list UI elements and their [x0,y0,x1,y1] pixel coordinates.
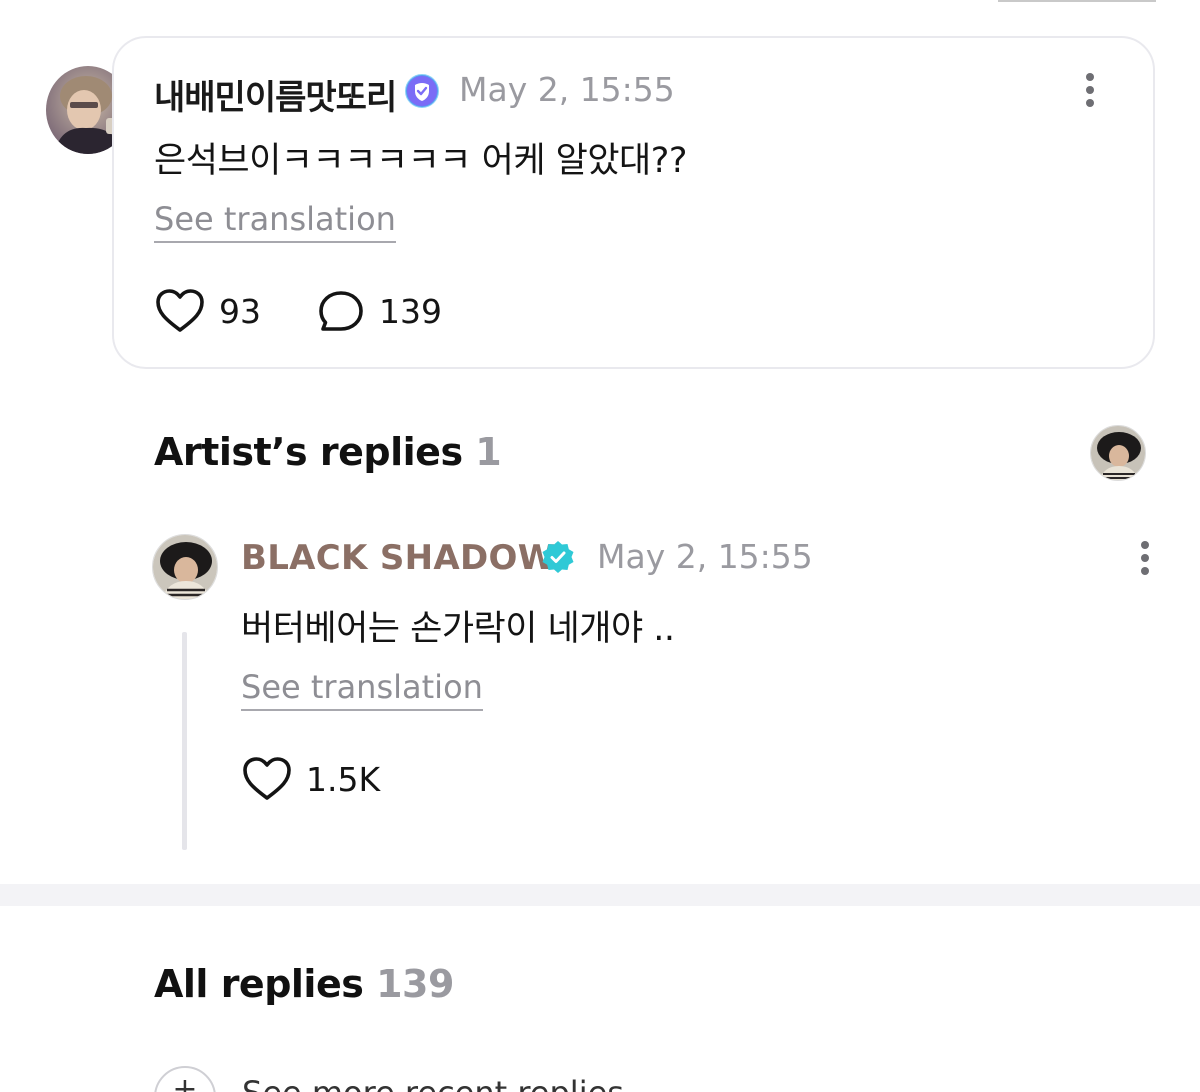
thread-connector-line [182,632,187,850]
see-more-recent-replies-label: See more recent replies [242,1074,624,1092]
heart-icon[interactable] [155,288,205,334]
tab-indicator-line [998,0,1156,2]
more-options-icon[interactable] [1078,72,1102,108]
all-replies-count: 139 [376,962,454,1006]
see-translation-link[interactable]: See translation [241,668,483,711]
post-like-count: 93 [219,292,261,331]
see-translation-link[interactable]: See translation [154,200,396,243]
all-replies-heading: All replies 139 [154,962,454,1006]
artist-reply-timestamp: May 2, 15:55 [597,537,813,576]
heart-icon[interactable] [242,756,292,802]
verified-badge-teal-icon [542,541,574,573]
plus-icon: + [172,1072,198,1092]
comment-bubble-icon[interactable] [317,289,365,335]
artist-reply-author[interactable]: BLACK SHADOW [241,538,556,578]
artist-reply-avatar[interactable] [152,534,218,600]
artist-avatar-small[interactable] [1090,425,1146,481]
artist-replies-heading: Artist’s replies 1 [154,430,502,474]
verified-badge-purple-icon [405,74,439,108]
more-options-icon[interactable] [1133,540,1157,576]
post-body-text: 은석브이ㅋㅋㅋㅋㅋㅋ 어케 알았대?? [154,141,687,181]
post-author-name[interactable]: 내배민이름맛또리 [154,70,397,119]
artist-reply-like-count: 1.5K [306,760,381,799]
all-replies-title: All replies [154,962,364,1006]
artist-replies-count: 1 [475,430,502,474]
post-timestamp: May 2, 15:55 [459,70,675,109]
artist-replies-title: Artist’s replies [154,430,463,474]
post-reply-count: 139 [379,292,442,331]
artist-reply-body-text: 버터베어는 손가락이 네개야 .. [241,609,675,649]
section-divider [0,884,1200,906]
